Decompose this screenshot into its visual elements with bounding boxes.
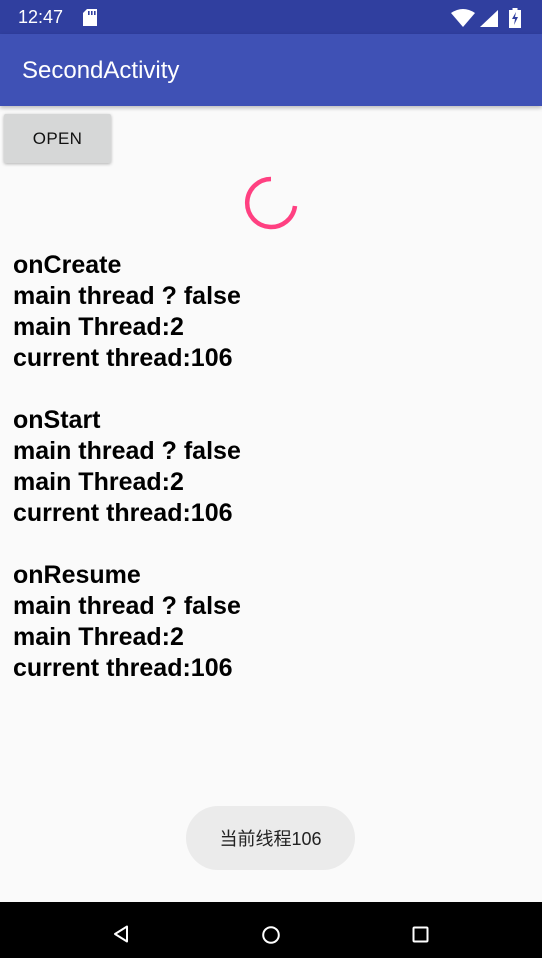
log-spacer xyxy=(13,374,513,405)
log-main-thread-id: main Thread:2 xyxy=(13,468,184,496)
log-event-label: onStart xyxy=(13,406,101,434)
log-event-label: onResume xyxy=(13,561,141,589)
log-main-thread-id: main Thread:2 xyxy=(13,623,184,651)
log-current-thread: current thread:106 xyxy=(13,499,233,527)
log-spacer xyxy=(13,529,513,560)
signal-icon xyxy=(480,10,498,27)
loading-spinner-icon xyxy=(244,176,298,230)
log-text: onCreate main thread ? false main Thread… xyxy=(13,250,513,684)
log-main-thread-check: main thread ? false xyxy=(13,592,241,620)
log-main-thread-check: main thread ? false xyxy=(13,437,241,465)
toast-text: 当前线程106 xyxy=(219,829,322,849)
log-event-label: onCreate xyxy=(13,251,122,279)
home-icon[interactable] xyxy=(261,925,281,945)
log-main-thread-id: main Thread:2 xyxy=(13,313,184,341)
page-title: SecondActivity xyxy=(22,57,180,84)
app-bar: SecondActivity xyxy=(0,34,542,106)
recents-icon[interactable] xyxy=(412,926,429,943)
status-bar: 12:47 xyxy=(0,0,542,34)
battery-charging-icon xyxy=(509,8,521,28)
log-main-thread-check: main thread ? false xyxy=(13,282,241,310)
sd-card-icon xyxy=(83,9,97,26)
toast-message: 当前线程106 xyxy=(186,806,355,870)
back-icon[interactable] xyxy=(113,925,129,943)
status-time: 12:47 xyxy=(18,7,64,27)
wifi-icon xyxy=(451,9,475,27)
log-current-thread: current thread:106 xyxy=(13,344,233,372)
log-current-thread: current thread:106 xyxy=(13,654,233,682)
open-button[interactable]: OPEN xyxy=(4,114,111,163)
